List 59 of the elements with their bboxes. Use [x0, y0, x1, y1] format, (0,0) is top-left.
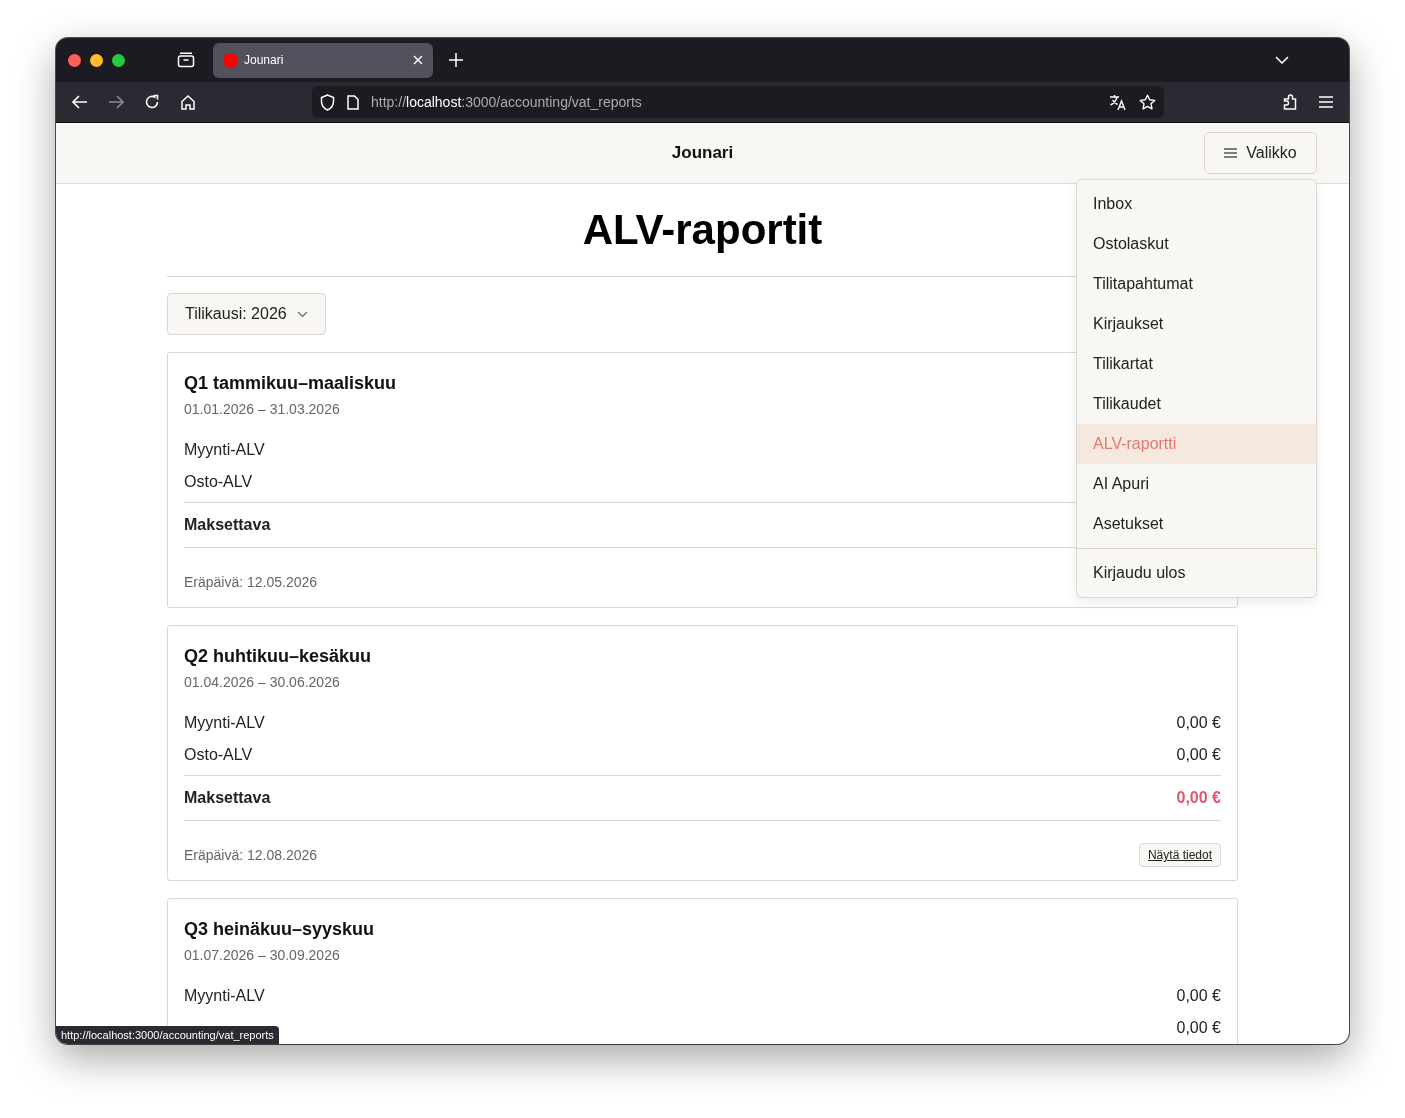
menu-item[interactable]: Tilikaudet: [1077, 384, 1316, 424]
url-text: http://localhost:3000/accounting/vat_reports: [371, 94, 642, 110]
menu-item[interactable]: Tilikartat: [1077, 344, 1316, 384]
address-bar[interactable]: http://localhost:3000/accounting/vat_reports: [312, 86, 1164, 118]
home-icon[interactable]: [180, 94, 196, 110]
total-amount: 0,00 €: [1176, 789, 1221, 807]
quarter-title: Q1 tammikuu–maaliskuu: [184, 373, 398, 394]
vat-label: Myynti-ALV: [184, 441, 265, 459]
zoom-window-icon[interactable]: [112, 53, 125, 67]
status-url: http://localhost:3000/accounting/vat_reports: [56, 1026, 279, 1044]
star-icon[interactable]: [1139, 93, 1156, 111]
menu-item[interactable]: Kirjaukset: [1077, 304, 1316, 344]
menu-item[interactable]: Asetukset: [1077, 504, 1316, 544]
menu-button[interactable]: Valikko: [1204, 132, 1317, 174]
vat-amount: 0,00 €: [1176, 714, 1221, 732]
quarter-title: Q2 huhtikuu–kesäkuu: [184, 646, 373, 667]
forward-icon[interactable]: [108, 95, 124, 109]
brand-title: Jounari: [671, 143, 734, 163]
vat-label: Myynti-ALV: [184, 987, 265, 1005]
menu-item[interactable]: Kirjaudu ulos: [1077, 553, 1316, 593]
due-date: Eräpäivä: 12.08.2026: [184, 847, 318, 863]
tab-list-icon[interactable]: [177, 52, 195, 68]
chevron-down-icon[interactable]: [1275, 56, 1289, 64]
menu-item[interactable]: Ostolaskut: [1077, 224, 1316, 264]
reload-icon[interactable]: [144, 94, 160, 110]
close-window-icon[interactable]: [68, 53, 81, 67]
quarter-title: Q3 heinäkuu–syyskuu: [184, 919, 376, 940]
vat-amount: 0,00 €: [1176, 1019, 1221, 1037]
favicon-icon: [223, 52, 238, 68]
translate-icon[interactable]: [1109, 93, 1127, 111]
menu-item[interactable]: Inbox: [1077, 184, 1316, 224]
details-button[interactable]: Näytä tiedot: [1138, 843, 1221, 867]
date-range: 01.04.2026 – 30.06.2026: [184, 674, 340, 690]
date-range: 01.07.2026 – 30.09.2026: [184, 947, 340, 963]
total-label: Maksettava: [184, 516, 271, 534]
menu-item[interactable]: Tilitapahtumat: [1077, 264, 1316, 304]
vat-label: Myynti-ALV: [184, 714, 265, 732]
menu-item[interactable]: AI Apuri: [1077, 464, 1316, 504]
due-date: Eräpäivä: 12.05.2026: [184, 574, 318, 590]
vat-amount: 0,00 €: [1176, 746, 1221, 764]
close-icon[interactable]: [413, 55, 423, 65]
date-range: 01.01.2026 – 31.03.2026: [184, 401, 340, 417]
vat-label: Osto-ALV: [184, 473, 253, 491]
tab-title: Jounari: [244, 53, 285, 67]
puzzle-icon[interactable]: [1283, 93, 1299, 111]
period-select[interactable]: Tilikausi: 2026: [167, 293, 326, 335]
menu-icon[interactable]: [1319, 96, 1333, 108]
hamburger-icon: [1224, 148, 1238, 158]
page-icon: [347, 94, 359, 110]
total-label: Maksettava: [184, 789, 271, 807]
back-icon[interactable]: [72, 95, 88, 109]
page-title: ALV-raportit: [582, 206, 823, 254]
vat-amount: 0,00 €: [1176, 987, 1221, 1005]
shield-icon[interactable]: [320, 93, 335, 111]
new-tab-icon[interactable]: [449, 53, 463, 67]
chevron-down-icon: [296, 310, 308, 318]
vat-label: Osto-ALV: [184, 746, 253, 764]
browser-tab[interactable]: Jounari: [213, 42, 433, 78]
minimize-window-icon[interactable]: [90, 53, 103, 67]
